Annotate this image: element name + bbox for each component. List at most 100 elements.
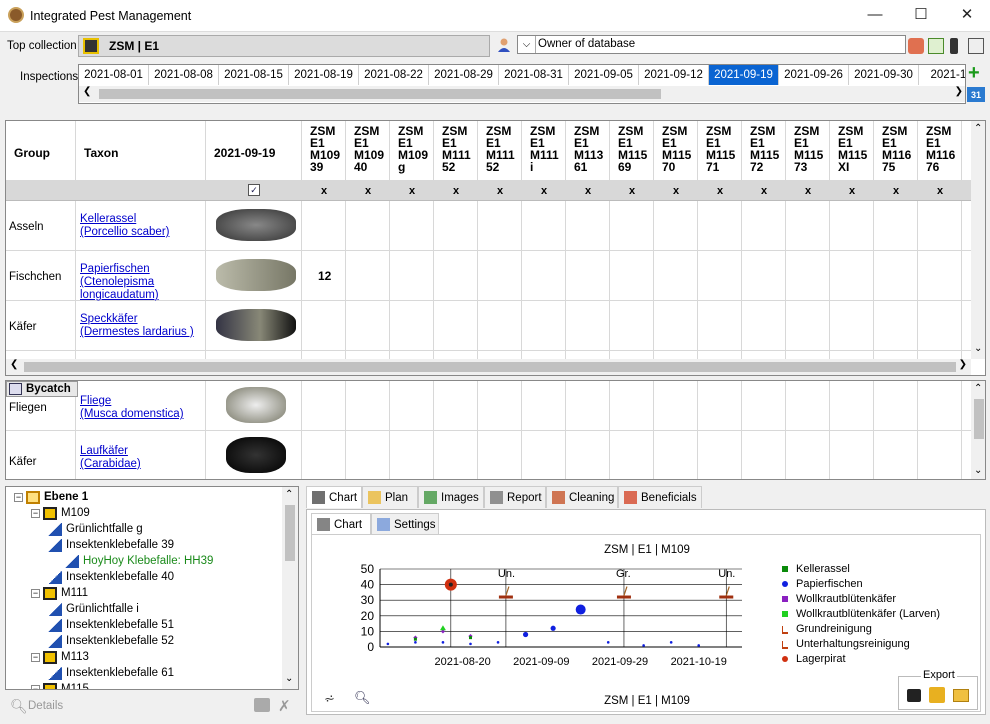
trap-column-header[interactable]: ZSM E1 M111 52 bbox=[486, 125, 522, 173]
tab-report[interactable]: Report bbox=[484, 486, 546, 508]
taxon-latin[interactable]: (Porcellio scaber) bbox=[80, 226, 200, 239]
trap-column-header[interactable]: ZSM E1 M113 61 bbox=[574, 125, 610, 173]
tab-chart[interactable]: Chart bbox=[306, 486, 362, 508]
scroll-thumb[interactable] bbox=[99, 89, 661, 99]
close-button[interactable]: ✕ bbox=[944, 0, 990, 31]
trap-column-header[interactable]: ZSM E1 M115 73 bbox=[794, 125, 830, 173]
grid-h-scrollbar[interactable]: ❮ ❯ bbox=[6, 359, 971, 375]
inspection-date[interactable]: 2021-09-19 bbox=[709, 65, 779, 85]
trap-filter-x[interactable]: x bbox=[610, 181, 654, 201]
tab-images[interactable]: Images bbox=[418, 486, 484, 508]
trap-filter-x[interactable]: x bbox=[830, 181, 874, 201]
save-icon[interactable] bbox=[907, 689, 921, 702]
scroll-down-icon[interactable]: ⌄ bbox=[285, 673, 293, 684]
taxon-name[interactable]: Speckkäfer bbox=[80, 313, 200, 326]
phone-icon[interactable] bbox=[950, 38, 958, 54]
trap-column-header[interactable]: ZSM E1 M115 72 bbox=[750, 125, 786, 173]
taxon-link[interactable]: Fliege (Musca domenstica) bbox=[80, 395, 200, 421]
scroll-down-icon[interactable]: ⌄ bbox=[974, 465, 982, 476]
subtab-chart[interactable]: Chart bbox=[311, 513, 371, 535]
minimize-button[interactable]: — bbox=[852, 0, 898, 31]
grid-v-scrollbar[interactable]: ⌃ ⌄ bbox=[971, 121, 985, 359]
inspection-date[interactable]: 2021-08-19 bbox=[289, 65, 359, 85]
scroll-left-icon[interactable]: ❮ bbox=[83, 86, 91, 97]
trap-column-header[interactable]: ZSM E1 M115 70 bbox=[662, 125, 698, 173]
trap-filter-x[interactable]: x bbox=[346, 181, 390, 201]
details-button[interactable]: Details bbox=[28, 700, 63, 712]
taxon-name[interactable]: Kellerassel bbox=[80, 213, 200, 226]
taxon-link[interactable]: Speckkäfer (Dermestes lardarius ) bbox=[80, 313, 200, 339]
trap-filter-x[interactable]: x bbox=[478, 181, 522, 201]
trap-filter-x[interactable]: x bbox=[434, 181, 478, 201]
bycatch-v-scrollbar[interactable]: ⌃ ⌄ bbox=[971, 381, 985, 479]
trap-filter-x[interactable]: x bbox=[522, 181, 566, 201]
inspection-date[interactable]: 2021-08-31 bbox=[499, 65, 569, 85]
scroll-up-icon[interactable]: ⌃ bbox=[974, 123, 982, 134]
scroll-thumb[interactable] bbox=[974, 399, 984, 439]
taxon-latin[interactable]: (Carabidae) bbox=[80, 458, 200, 471]
trap-filter-x[interactable]: x bbox=[390, 181, 434, 201]
inspections-scrollbar[interactable]: ❮ ❯ bbox=[79, 86, 965, 102]
scroll-right-icon[interactable]: ❯ bbox=[955, 86, 963, 97]
owner-select[interactable]: ⌵ Owner of database bbox=[517, 35, 906, 54]
trap-filter-x[interactable]: x bbox=[786, 181, 830, 201]
collapse-icon[interactable]: − bbox=[31, 509, 40, 518]
trap-column-header[interactable]: ZSM E1 M109 40 bbox=[354, 125, 390, 173]
subtab-settings[interactable]: Settings bbox=[371, 513, 439, 535]
tree-v-scrollbar[interactable]: ⌃ ⌄ bbox=[282, 487, 298, 689]
trap-filter-x[interactable]: x bbox=[918, 181, 962, 201]
taxon-latin[interactable]: (Ctenolepisma longicaudatum) bbox=[80, 276, 200, 302]
inspection-date[interactable]: 2021-08-15 bbox=[219, 65, 289, 85]
trap-column-header[interactable]: ZSM E1 M116 76 bbox=[926, 125, 962, 173]
inspection-date[interactable]: 2021-08-08 bbox=[149, 65, 219, 85]
inspection-date[interactable]: 2021-08-22 bbox=[359, 65, 429, 85]
tab-beneficials[interactable]: Beneficials bbox=[618, 486, 702, 508]
trap-filter-x[interactable]: x bbox=[698, 181, 742, 201]
scroll-right-icon[interactable]: ❯ bbox=[959, 359, 967, 370]
trap-filter-x[interactable]: x bbox=[566, 181, 610, 201]
trap-filter-x[interactable]: x bbox=[654, 181, 698, 201]
trap-column-header[interactable]: ZSM E1 M111 52 bbox=[442, 125, 478, 173]
import-icon[interactable] bbox=[254, 698, 270, 712]
trap-column-header[interactable]: ZSM E1 M115 69 bbox=[618, 125, 654, 173]
trap-column-header[interactable]: ZSM E1 M111 i bbox=[530, 125, 566, 173]
tab-plan[interactable]: Plan bbox=[362, 486, 418, 508]
taxon-name[interactable]: Laufkäfer bbox=[80, 445, 200, 458]
collapse-icon[interactable]: − bbox=[14, 493, 23, 502]
inspection-date[interactable]: 2021-08-01 bbox=[79, 65, 149, 85]
trap-column-header[interactable]: ZSM E1 M115 71 bbox=[706, 125, 742, 173]
trap-filter-x[interactable]: x bbox=[874, 181, 918, 201]
trap-column-header[interactable]: ZSM E1 M115 XI bbox=[838, 125, 874, 173]
taxon-latin[interactable]: (Dermestes lardarius ) bbox=[80, 326, 200, 339]
trap-column-header[interactable]: ZSM E1 M109 g bbox=[398, 125, 434, 173]
maximize-button[interactable]: ☐ bbox=[898, 0, 944, 31]
trap-filter-x[interactable]: x bbox=[742, 181, 786, 201]
open-folder-icon[interactable] bbox=[953, 689, 969, 702]
taxon-latin[interactable]: (Musca domenstica) bbox=[80, 408, 200, 421]
top-collection-field[interactable]: ZSM | E1 bbox=[78, 35, 490, 57]
trap-column-header[interactable]: ZSM E1 M109 39 bbox=[310, 125, 346, 173]
collapse-icon[interactable]: − bbox=[31, 685, 40, 689]
add-icon[interactable]: + bbox=[968, 63, 980, 83]
scroll-thumb[interactable] bbox=[24, 362, 956, 372]
scroll-up-icon[interactable]: ⌃ bbox=[974, 383, 982, 394]
delete-tool-icon[interactable]: ✗ bbox=[278, 697, 291, 715]
taxon-link[interactable]: Laufkäfer (Carabidae) bbox=[80, 445, 200, 471]
count-cell[interactable]: 12 bbox=[318, 269, 331, 283]
inspection-date[interactable]: 2021-09-30 bbox=[849, 65, 919, 85]
taxon-name[interactable]: Fliege bbox=[80, 395, 200, 408]
trap-column-header[interactable]: ZSM E1 M116 75 bbox=[882, 125, 918, 173]
inspection-date[interactable]: 2021-10- bbox=[919, 65, 965, 85]
mail-check-icon[interactable] bbox=[928, 38, 944, 54]
scroll-up-icon[interactable]: ⌃ bbox=[285, 489, 293, 500]
export-file-icon[interactable] bbox=[929, 687, 945, 703]
collapse-icon[interactable]: − bbox=[31, 653, 40, 662]
taxon-link[interactable]: Papierfischen (Ctenolepisma longicaudatum… bbox=[80, 263, 200, 302]
collapse-icon[interactable]: − bbox=[31, 589, 40, 598]
inspection-date[interactable]: 2021-09-12 bbox=[639, 65, 709, 85]
settings-window-icon[interactable] bbox=[968, 38, 984, 54]
tab-cleaning[interactable]: Cleaning bbox=[546, 486, 618, 508]
inspection-date[interactable]: 2021-09-26 bbox=[779, 65, 849, 85]
scroll-thumb[interactable] bbox=[285, 505, 295, 561]
inspection-date[interactable]: 2021-08-29 bbox=[429, 65, 499, 85]
